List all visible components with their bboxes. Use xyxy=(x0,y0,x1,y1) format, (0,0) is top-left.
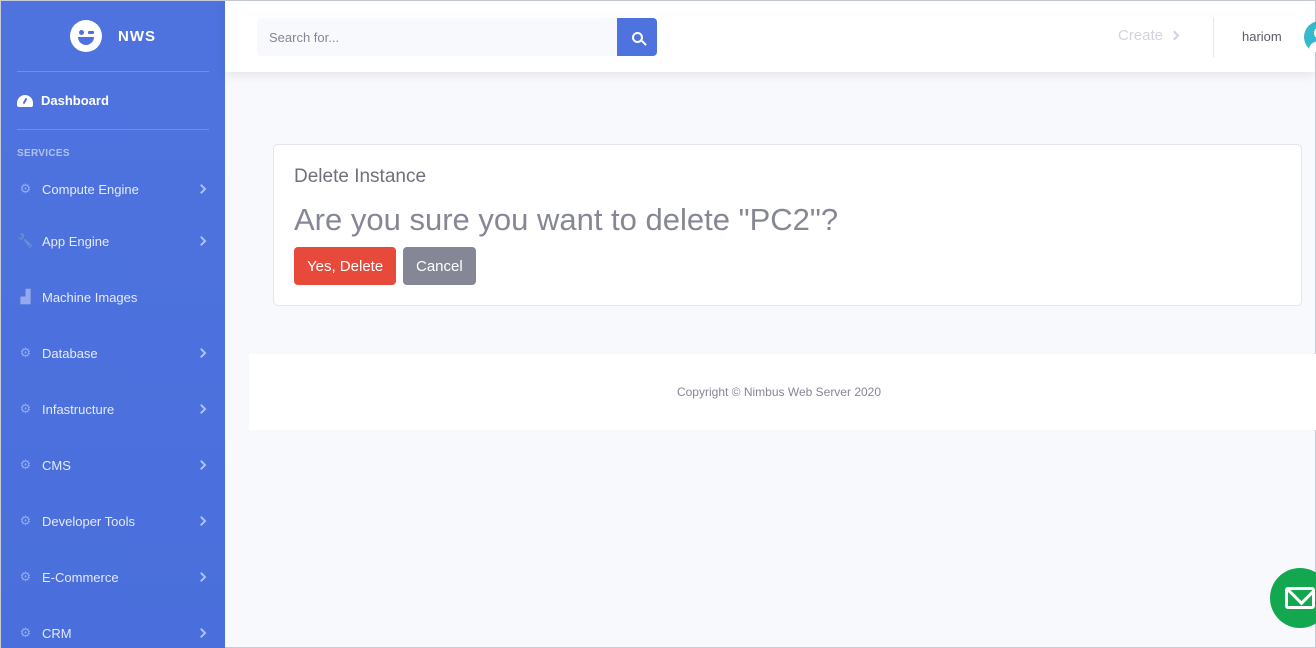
brand-link[interactable]: NWS xyxy=(1,1,225,71)
sidebar-item-label: CRM xyxy=(42,625,72,641)
topbar-divider xyxy=(1213,17,1214,57)
gear-icon: ⚙ xyxy=(19,345,32,360)
delete-instance-card: Delete Instance Are you sure you want to… xyxy=(273,144,1302,306)
sidebar-item-label: Infastructure xyxy=(42,401,115,417)
sidebar-item-developer-tools[interactable]: ⚙ Developer Tools xyxy=(1,493,225,549)
copyright-text: Copyright © Nimbus Web Server 2020 xyxy=(676,385,882,399)
sidebar-item-machine-images[interactable]: ▟ Machine Images xyxy=(1,269,225,325)
search-form xyxy=(257,18,657,56)
search-input[interactable] xyxy=(257,18,617,56)
laugh-wink-icon xyxy=(70,20,102,52)
sidebar-item-label: E-Commerce xyxy=(42,569,119,585)
topbar: Create hariom xyxy=(225,1,1316,72)
username[interactable]: hariom xyxy=(1242,29,1282,44)
gear-icon: ⚙ xyxy=(19,457,32,472)
delete-confirmation-question: Are you sure you want to delete "PC2"? xyxy=(294,202,839,237)
tachometer-icon xyxy=(17,94,33,107)
gear-icon: ⚙ xyxy=(19,569,32,584)
sidebar-item-label: CMS xyxy=(42,457,71,473)
sidebar-item-label: Developer Tools xyxy=(42,513,135,529)
sidebar-item-infastructure[interactable]: ⚙ Infastructure xyxy=(1,381,225,437)
message-button[interactable] xyxy=(1270,568,1316,628)
user-avatar-icon[interactable] xyxy=(1304,21,1316,53)
search-icon xyxy=(631,31,643,43)
chevron-right-icon xyxy=(196,572,207,582)
footer: Copyright © Nimbus Web Server 2020 xyxy=(249,354,1316,430)
sidebar-item-app-engine[interactable]: 🔧 App Engine xyxy=(1,213,225,269)
create-label: Create xyxy=(1118,27,1164,44)
sidebar-item-label: Machine Images xyxy=(42,289,138,305)
sidebar-item-database[interactable]: ⚙ Database xyxy=(1,325,225,381)
chevron-right-icon xyxy=(1169,30,1180,41)
sidebar-item-label: Dashboard xyxy=(41,93,109,108)
cancel-button[interactable]: Cancel xyxy=(403,247,476,285)
sidebar-item-crm[interactable]: ⚙ CRM xyxy=(1,605,225,648)
gear-icon: ⚙ xyxy=(19,625,32,640)
chevron-right-icon xyxy=(196,460,207,470)
sidebar-heading: SERVICES xyxy=(17,148,70,159)
chevron-right-icon xyxy=(196,236,207,246)
envelope-icon xyxy=(1285,587,1315,609)
sidebar-item-dashboard[interactable]: Dashboard xyxy=(1,72,225,129)
chevron-right-icon xyxy=(196,628,207,638)
wrench-icon: 🔧 xyxy=(17,233,34,248)
search-button[interactable] xyxy=(617,18,657,56)
chevron-right-icon xyxy=(196,404,207,414)
gear-icon: ⚙ xyxy=(19,401,32,416)
sidebar-item-compute-engine[interactable]: ⚙ Compute Engine xyxy=(1,165,225,213)
sidebar: NWS Dashboard SERVICES ⚙ Compute Engine … xyxy=(1,1,225,648)
chevron-right-icon xyxy=(196,184,207,194)
sidebar-item-label: App Engine xyxy=(42,233,110,249)
sidebar-item-label: Compute Engine xyxy=(42,181,139,197)
brand-name: NWS xyxy=(118,27,156,45)
gear-icon: ⚙ xyxy=(19,513,32,528)
chart-area-icon: ▟ xyxy=(20,289,31,304)
sidebar-item-e-commerce[interactable]: ⚙ E-Commerce xyxy=(1,549,225,605)
card-title: Delete Instance xyxy=(294,166,427,187)
confirm-delete-button[interactable]: Yes, Delete xyxy=(294,247,397,285)
chevron-right-icon xyxy=(196,348,207,358)
sidebar-item-label: Database xyxy=(42,345,98,361)
create-link[interactable]: Create xyxy=(1118,27,1180,44)
gear-icon: ⚙ xyxy=(19,181,32,196)
chevron-right-icon xyxy=(196,516,207,526)
sidebar-item-cms[interactable]: ⚙ CMS xyxy=(1,437,225,493)
